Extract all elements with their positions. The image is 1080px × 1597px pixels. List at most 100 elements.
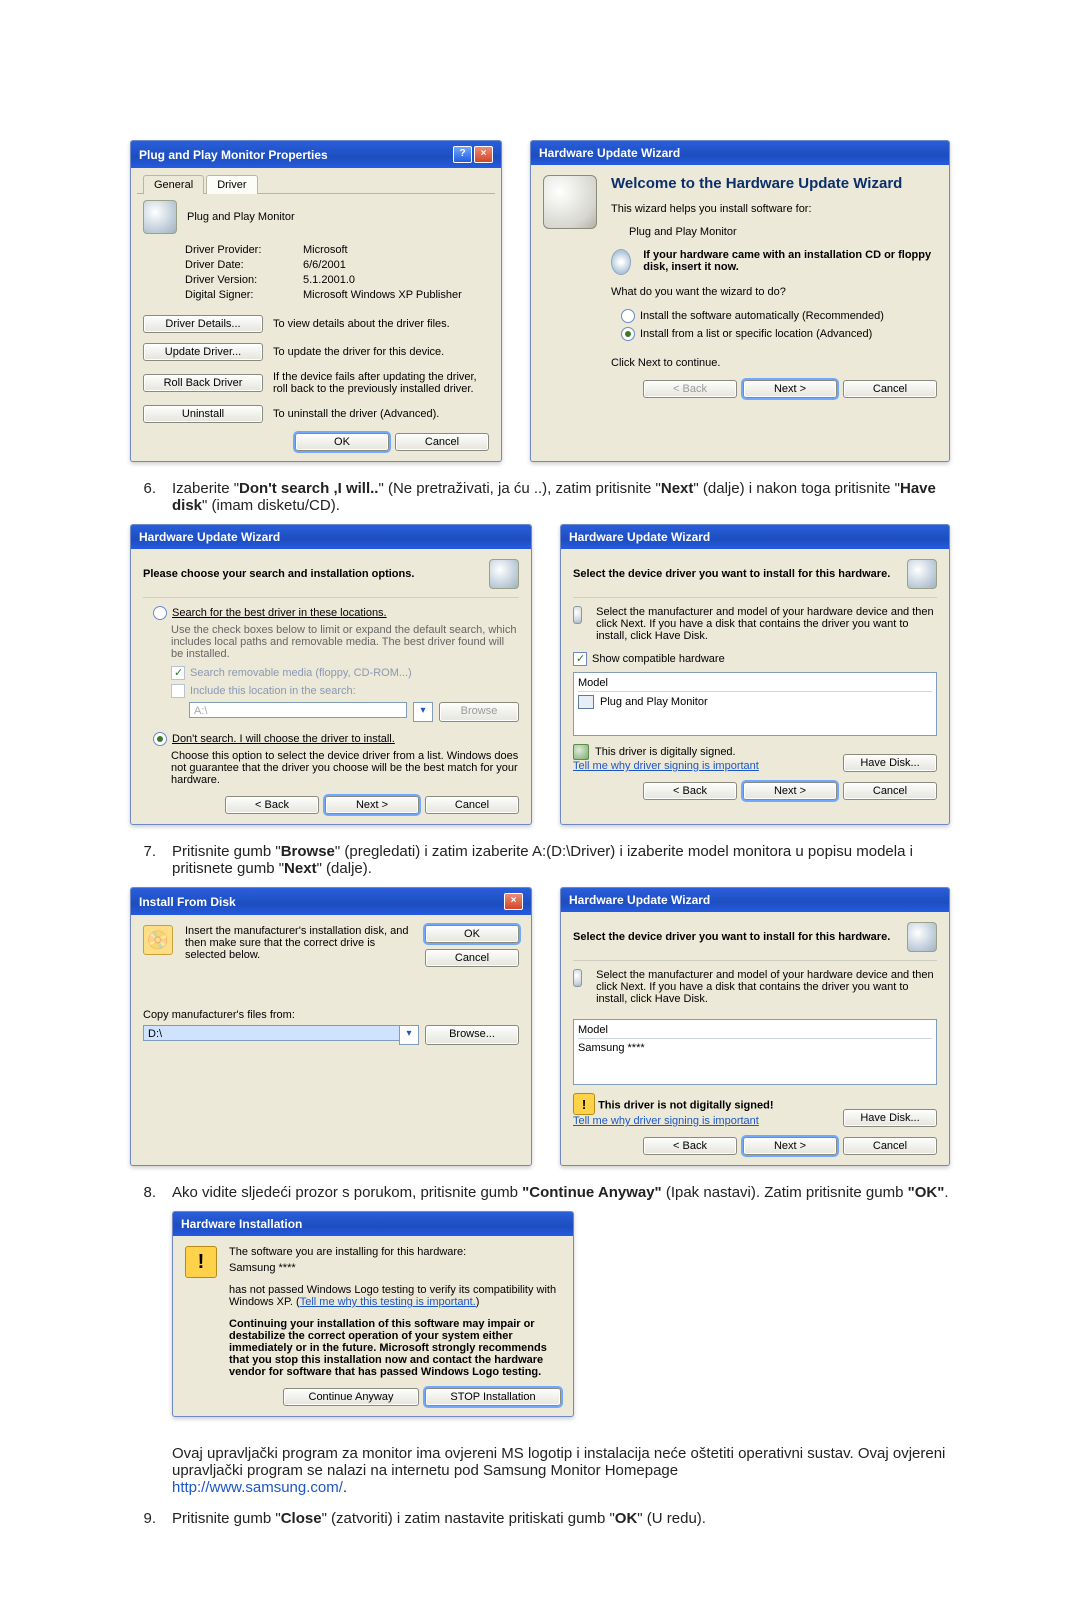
window-title: Hardware Update Wizard: [139, 530, 280, 544]
step-number: 7.: [130, 843, 156, 877]
back-button[interactable]: < Back: [643, 1137, 737, 1155]
monitor-icon: [143, 200, 177, 234]
uninstall-button[interactable]: Uninstall: [143, 405, 263, 423]
step-9: 9. Pritisnite gumb "Close" (zatvoriti) i…: [130, 1510, 950, 1527]
close-icon[interactable]: ×: [504, 893, 523, 910]
radio-search[interactable]: [153, 606, 167, 620]
t: Ako vidite sljedeći prozor s porukom, pr…: [172, 1184, 522, 1201]
wizard-device: Plug and Play Monitor: [629, 226, 937, 238]
logo-testing-link[interactable]: Tell me why this testing is important.: [300, 1296, 476, 1308]
kw: Browse: [281, 843, 335, 860]
model-item[interactable]: Samsung ****: [578, 1042, 932, 1054]
signing-link[interactable]: Tell me why driver signing is important: [573, 760, 759, 772]
cancel-button[interactable]: Cancel: [395, 433, 489, 451]
window-title: Hardware Update Wizard: [539, 146, 680, 160]
ok-button[interactable]: OK: [425, 925, 519, 943]
next-button[interactable]: Next >: [743, 1137, 837, 1155]
warning-icon: !: [185, 1246, 217, 1278]
cancel-button[interactable]: Cancel: [425, 949, 519, 967]
radio-advanced[interactable]: [621, 327, 635, 341]
have-disk-button[interactable]: Have Disk...: [843, 1109, 937, 1127]
tab-general[interactable]: General: [143, 175, 204, 194]
window-title: Hardware Installation: [181, 1217, 302, 1231]
next-button[interactable]: Next >: [743, 782, 837, 800]
tail-paragraph: Ovaj upravljački program za monitor ima …: [172, 1445, 950, 1479]
t: Izaberite ": [172, 480, 239, 497]
signing-link[interactable]: Tell me why driver signing is important: [573, 1115, 759, 1127]
hw-line2b: ): [476, 1296, 480, 1308]
t: " (dalje).: [317, 860, 372, 877]
window-title: Hardware Update Wizard: [569, 893, 710, 907]
wizard-icon: [489, 559, 519, 589]
wizard-icon: [543, 175, 597, 229]
wizard-search-window: Hardware Update Wizard Please choose you…: [130, 524, 532, 825]
samsung-url[interactable]: http://www.samsung.com/: [172, 1479, 343, 1496]
info-icon: [573, 606, 582, 624]
help-icon[interactable]: ?: [453, 146, 472, 163]
model-item[interactable]: Plug and Play Monitor: [600, 696, 708, 708]
kw: Close: [281, 1510, 322, 1527]
step-number: 9.: [130, 1510, 156, 1527]
wizard-desc: Select the manufacturer and model of you…: [596, 606, 937, 642]
radio-auto-label: Install the software automatically (Reco…: [640, 310, 884, 322]
wizard-select-driver-unsigned: Hardware Update Wizard Select the device…: [560, 887, 950, 1166]
rollback-driver-button[interactable]: Roll Back Driver: [143, 374, 263, 392]
browse-button[interactable]: Browse...: [425, 1025, 519, 1045]
kw: OK: [615, 1510, 638, 1527]
hw-line1: The software you are installing for this…: [229, 1246, 561, 1258]
dropdown-icon: ▾: [413, 702, 433, 722]
back-button: < Back: [643, 380, 737, 398]
dropdown-icon[interactable]: ▾: [399, 1025, 419, 1045]
back-button[interactable]: < Back: [225, 796, 319, 814]
cancel-button[interactable]: Cancel: [843, 380, 937, 398]
have-disk-button[interactable]: Have Disk...: [843, 754, 937, 772]
wizard-desc: Select the manufacturer and model of you…: [596, 969, 937, 1005]
wizard-heading: Select the device driver you want to ins…: [573, 931, 890, 943]
next-button[interactable]: Next >: [325, 796, 419, 814]
radio-search-label: Search for the best driver in these loca…: [172, 607, 387, 619]
kw: Don't search ,I will..: [239, 480, 378, 497]
cancel-button[interactable]: Cancel: [425, 796, 519, 814]
copy-from-label: Copy manufacturer's files from:: [143, 1009, 519, 1021]
t: (Ipak nastavi). Zatim pritisnite gumb: [662, 1184, 908, 1201]
wizard-icon: [907, 559, 937, 589]
continue-anyway-button[interactable]: Continue Anyway: [283, 1388, 419, 1406]
install-from-disk-window: Install From Disk × 📀 Insert the manufac…: [130, 887, 532, 1166]
shield-icon: [573, 744, 589, 760]
kw: Next: [284, 860, 317, 877]
stop-installation-button[interactable]: STOP Installation: [425, 1388, 561, 1406]
next-button[interactable]: Next >: [743, 380, 837, 398]
model-header: Model: [578, 677, 932, 692]
device-name: Plug and Play Monitor: [187, 211, 295, 223]
t: " (imam disketu/CD).: [202, 497, 340, 514]
ok-button[interactable]: OK: [295, 433, 389, 451]
browse-button: Browse: [439, 702, 519, 722]
t: .: [944, 1184, 948, 1201]
signed-status: This driver is digitally signed.: [595, 746, 736, 758]
back-button[interactable]: < Back: [643, 782, 737, 800]
close-icon[interactable]: ×: [474, 146, 493, 163]
driver-details-button[interactable]: Driver Details...: [143, 315, 263, 333]
radio-dont-search-label: Don't search. I will choose the driver t…: [172, 733, 395, 745]
check-removable: [171, 666, 185, 680]
update-driver-button[interactable]: Update Driver...: [143, 343, 263, 361]
t: Pritisnite gumb ": [172, 1510, 281, 1527]
check-location: [171, 684, 185, 698]
unsigned-status: This driver is not digitally signed!: [598, 1100, 773, 1112]
radio-dont-search[interactable]: [153, 732, 167, 746]
check-removable-label: Search removable media (floppy, CD-ROM..…: [190, 667, 412, 679]
cancel-button[interactable]: Cancel: [843, 1137, 937, 1155]
driver-details-desc: To view details about the driver files.: [273, 318, 489, 330]
monitor-properties-window: Plug and Play Monitor Properties ? × Gen…: [130, 140, 502, 462]
check-compatible[interactable]: [573, 652, 587, 666]
check-compatible-label: Show compatible hardware: [592, 653, 725, 665]
t: " (U redu).: [637, 1510, 706, 1527]
cancel-button[interactable]: Cancel: [843, 782, 937, 800]
wizard-question: What do you want the wizard to do?: [611, 286, 937, 298]
wizard-heading: Select the device driver you want to ins…: [573, 568, 890, 580]
wizard-cd-note: If your hardware came with an installati…: [643, 249, 937, 273]
copy-from-input[interactable]: D:\: [143, 1025, 399, 1041]
provider-label: Driver Provider:: [185, 244, 295, 256]
tab-driver[interactable]: Driver: [206, 175, 257, 194]
radio-auto[interactable]: [621, 309, 635, 323]
